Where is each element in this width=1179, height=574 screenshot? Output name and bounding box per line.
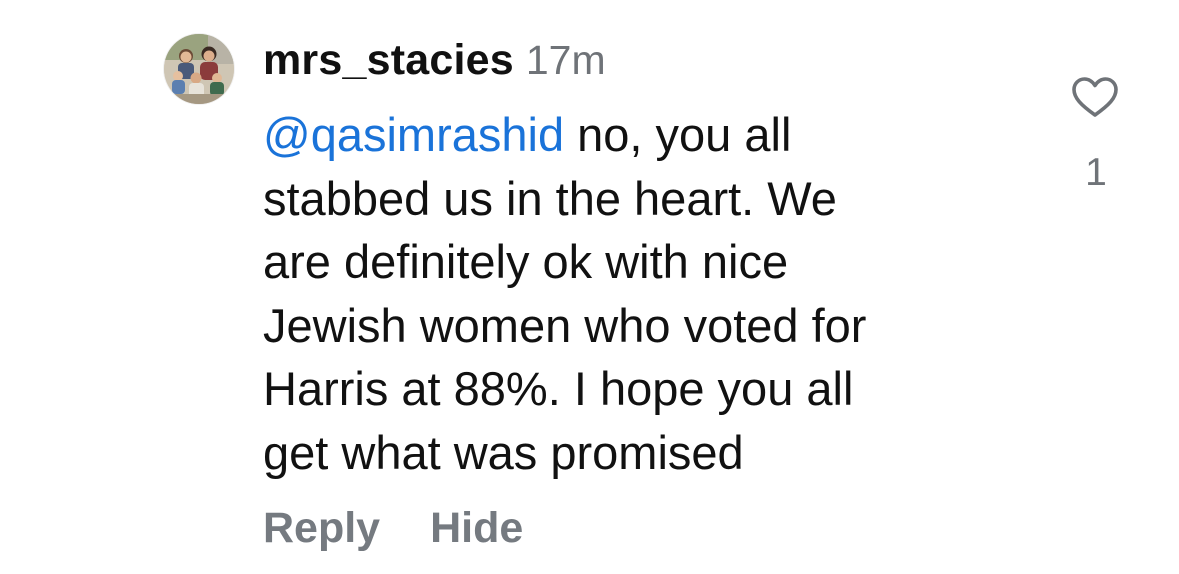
like-button[interactable]	[1071, 76, 1119, 118]
comment-line: Jewish women who voted for	[263, 298, 867, 352]
profile-photo-image	[164, 34, 234, 104]
comment-item: mrs_stacies 17m @qasimrashid no, you all …	[0, 0, 1179, 574]
comment-line-text: no, you all	[564, 108, 792, 161]
timestamp: 17m	[525, 37, 606, 83]
comment-actions: Reply Hide	[263, 504, 523, 566]
comment-line: are definitely ok with nice	[263, 235, 789, 288]
comment-header: mrs_stacies 17m	[263, 36, 606, 94]
hide-button[interactable]: Hide	[430, 504, 523, 553]
comment-line: Harris at 88%. I hope you all	[263, 362, 854, 415]
avatar[interactable]	[164, 34, 234, 104]
comment-line: @qasimrashid no, you all	[263, 103, 1003, 167]
reply-button[interactable]: Reply	[263, 504, 380, 553]
heart-outline-icon	[1072, 77, 1118, 117]
comment-line: stabbed us in the heart. We	[263, 171, 837, 225]
comment-line: get what was promised	[263, 425, 744, 479]
comment-text: @qasimrashid no, you all stabbed us in t…	[263, 103, 1003, 484]
mention-link[interactable]: @qasimrashid	[263, 108, 564, 161]
like-count: 1	[1085, 151, 1107, 194]
username[interactable]: mrs_stacies	[263, 36, 514, 84]
